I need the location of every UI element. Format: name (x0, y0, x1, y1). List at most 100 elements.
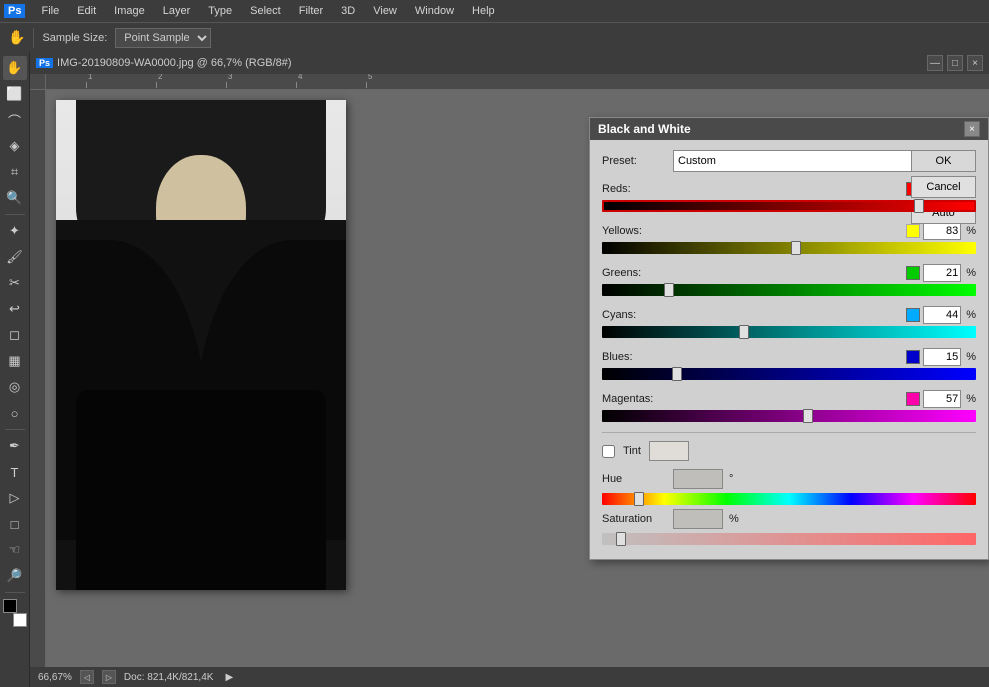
cyans-color-dot (906, 308, 920, 322)
saturation-label: Saturation (602, 513, 667, 525)
menu-help[interactable]: Help (464, 3, 503, 19)
magentas-value-input[interactable] (923, 390, 961, 408)
zoom-tool[interactable]: 🔎 (3, 564, 27, 588)
blues-slider-thumb[interactable] (672, 367, 682, 381)
dodge-tool[interactable]: ○ (3, 401, 27, 425)
menu-bar: Ps File Edit Image Layer Type Select Fil… (0, 0, 989, 22)
brush-tool[interactable]: 🖌 (3, 245, 27, 269)
saturation-slider-thumb[interactable] (616, 532, 626, 546)
pen-tool[interactable]: ✒ (3, 434, 27, 458)
greens-slider-thumb[interactable] (664, 283, 674, 297)
doc-maximize-btn[interactable]: □ (947, 55, 963, 71)
menu-3d[interactable]: 3D (333, 3, 363, 19)
cyans-slider-thumb[interactable] (739, 325, 749, 339)
yellows-slider-track[interactable] (602, 242, 976, 254)
ruler-vertical (30, 90, 46, 667)
eraser-tool[interactable]: ◻ (3, 323, 27, 347)
greens-slider-row: Greens: % (602, 264, 976, 296)
blues-value-input[interactable] (923, 348, 961, 366)
bw-dialog-title: Black and White (598, 122, 691, 136)
magentas-slider-row: Magentas: % (602, 390, 976, 422)
hand-tool[interactable]: ☜ (3, 538, 27, 562)
move-tool-icon[interactable]: ✋ (8, 29, 25, 46)
crop-tool[interactable]: ⌗ (3, 160, 27, 184)
hue-degree-symbol: ° (729, 473, 733, 485)
blur-tool[interactable]: ◎ (3, 375, 27, 399)
menu-image[interactable]: Image (106, 3, 153, 19)
preset-select[interactable]: Custom (673, 150, 931, 172)
marquee-tool[interactable]: ⬜ (3, 82, 27, 106)
tool-separator-2 (5, 429, 25, 430)
type-tool[interactable]: T (3, 460, 27, 484)
gradient-tool[interactable]: ▦ (3, 349, 27, 373)
magentas-color-dot (906, 392, 920, 406)
yellows-color-dot (906, 224, 920, 238)
status-bar: 66,67% ◁ ▷ Doc: 821,4K/821,4K ▶ (30, 667, 989, 687)
bw-dialog-content: Preset: Custom ▼ ⚙ OK Cancel Auto (590, 140, 988, 559)
saturation-slider-track[interactable] (602, 533, 976, 545)
menu-layer[interactable]: Layer (155, 3, 199, 19)
doc-close-btn[interactable]: × (967, 55, 983, 71)
hue-slider-thumb[interactable] (634, 492, 644, 506)
tint-checkbox[interactable] (602, 445, 615, 458)
history-brush-tool[interactable]: ↩ (3, 297, 27, 321)
menu-select[interactable]: Select (242, 3, 289, 19)
sample-size-select[interactable]: Point Sample (115, 28, 211, 48)
ok-button[interactable]: OK (911, 150, 976, 172)
doc-title-bar: Ps IMG-20190809-WA0000.jpg @ 66,7% (RGB/… (30, 52, 989, 74)
yellows-slider-row: Yellows: % (602, 222, 976, 254)
path-select-tool[interactable]: ▷ (3, 486, 27, 510)
status-expand-arrow[interactable]: ▶ (225, 672, 233, 683)
reds-label: Reds: (602, 183, 631, 195)
move-tool[interactable]: ✋ (3, 56, 27, 80)
magentas-slider-track[interactable] (602, 410, 976, 422)
status-nav-right[interactable]: ▷ (102, 670, 116, 684)
doc-title: IMG-20190809-WA0000.jpg @ 66,7% (RGB/8#) (57, 57, 923, 69)
tint-label: Tint (623, 445, 641, 457)
hue-label: Hue (602, 473, 667, 485)
menu-filter[interactable]: Filter (291, 3, 331, 19)
doc-minimize-btn[interactable]: — (927, 55, 943, 71)
yellows-value-input[interactable] (923, 222, 961, 240)
tint-color-swatch[interactable] (649, 441, 689, 461)
cyans-pct-label: % (966, 309, 976, 321)
spot-heal-tool[interactable]: ✦ (3, 219, 27, 243)
magentas-slider-thumb[interactable] (803, 409, 813, 423)
quick-select-tool[interactable]: ◈ (3, 134, 27, 158)
cyans-slider-track[interactable] (602, 326, 976, 338)
reds-slider-track[interactable] (602, 200, 976, 212)
cancel-button[interactable]: Cancel (911, 176, 976, 198)
bw-dialog: Black and White × Preset: Custom ▼ ⚙ OK (589, 117, 989, 560)
hue-value-input[interactable] (673, 469, 723, 489)
menu-type[interactable]: Type (200, 3, 240, 19)
greens-label: Greens: (602, 267, 641, 279)
status-nav-left[interactable]: ◁ (80, 670, 94, 684)
ruler-corner (30, 74, 46, 90)
bw-title-bar: Black and White × (590, 118, 988, 140)
cyans-value-input[interactable] (923, 306, 961, 324)
ruler-horizontal: 1 2 3 4 5 (46, 74, 989, 90)
blues-color-dot (906, 350, 920, 364)
greens-color-dot (906, 266, 920, 280)
bw-close-button[interactable]: × (964, 121, 980, 137)
yellows-slider-thumb[interactable] (791, 241, 801, 255)
color-swatches[interactable] (3, 599, 27, 627)
canvas-area: Ps IMG-20190809-WA0000.jpg @ 66,7% (RGB/… (30, 52, 989, 687)
greens-value-input[interactable] (923, 264, 961, 282)
hue-slider-track[interactable] (602, 493, 976, 505)
greens-slider-track[interactable] (602, 284, 976, 296)
clone-stamp-tool[interactable]: ✂ (3, 271, 27, 295)
toolbar-separator-1 (33, 28, 34, 48)
lasso-tool[interactable]: ⌒ (3, 108, 27, 132)
menu-view[interactable]: View (365, 3, 405, 19)
saturation-value-input[interactable] (673, 509, 723, 529)
greens-pct-label: % (966, 267, 976, 279)
menu-file[interactable]: File (33, 3, 67, 19)
menu-edit[interactable]: Edit (69, 3, 104, 19)
shape-tool[interactable]: □ (3, 512, 27, 536)
blues-slider-track[interactable] (602, 368, 976, 380)
reds-slider-thumb[interactable] (914, 199, 924, 213)
menu-window[interactable]: Window (407, 3, 462, 19)
saturation-pct-symbol: % (729, 513, 739, 525)
eyedropper-tool[interactable]: 🔍 (3, 186, 27, 210)
